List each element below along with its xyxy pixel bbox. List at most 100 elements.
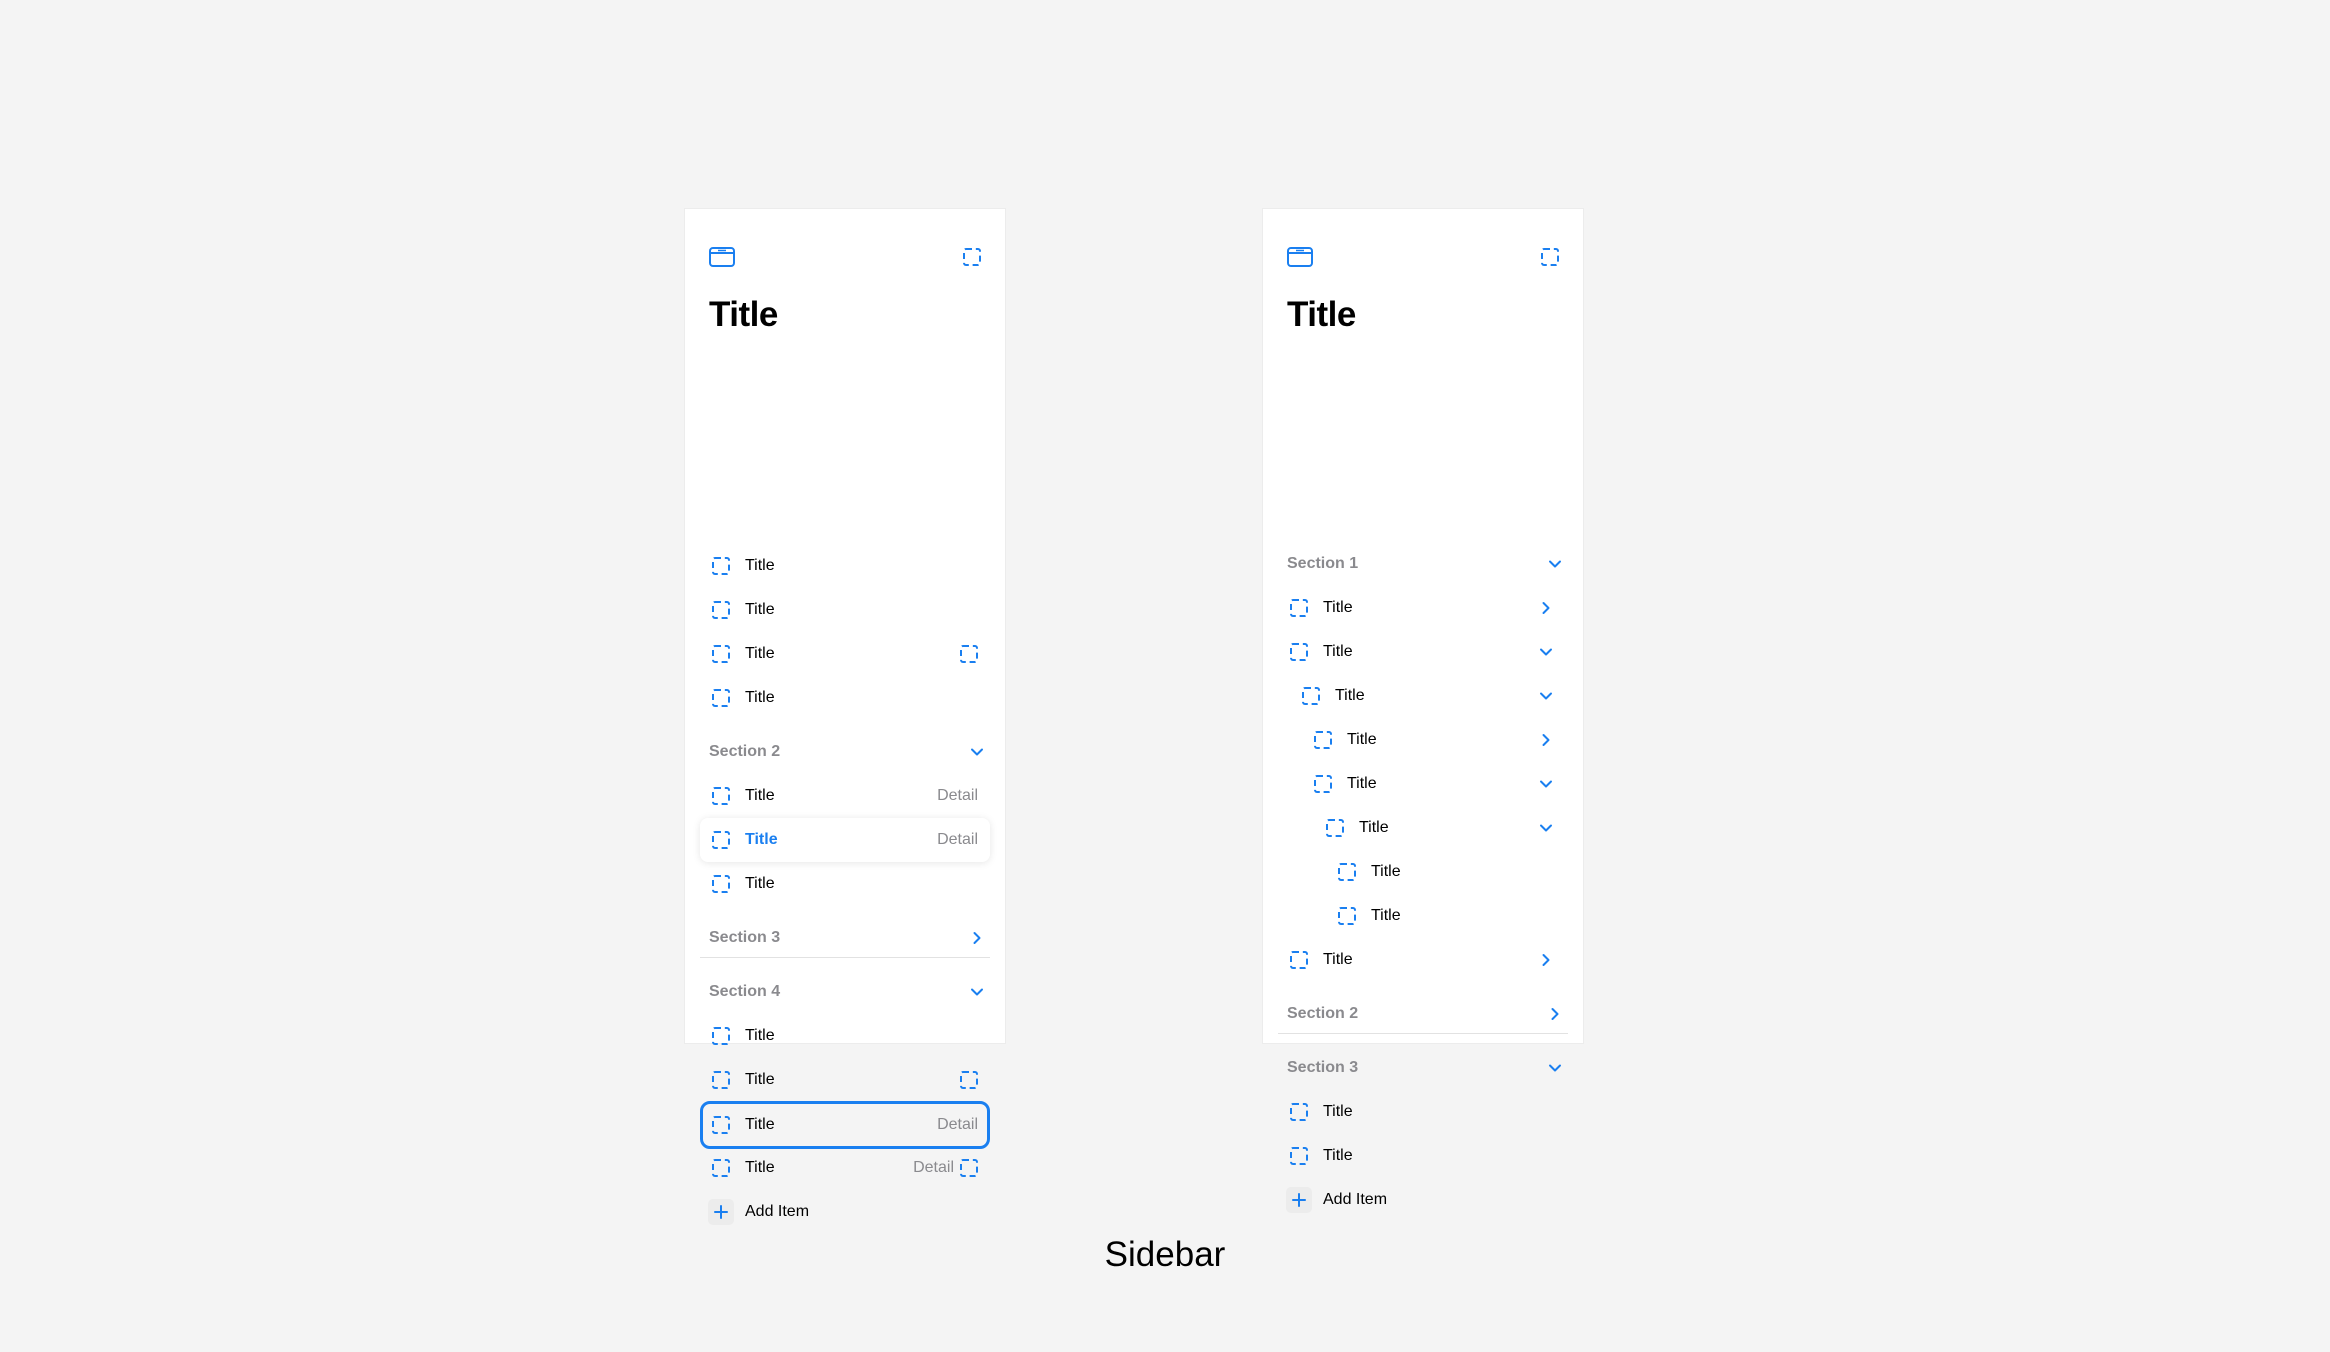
chevron-down-icon[interactable] bbox=[1545, 554, 1565, 574]
list-item[interactable]: Title bbox=[1278, 1134, 1568, 1178]
list-item-label: Title bbox=[745, 831, 778, 848]
section-header-4[interactable]: Section 4 bbox=[709, 977, 983, 1007]
list-item[interactable]: Title Detail bbox=[700, 774, 990, 818]
placeholder-icon bbox=[1338, 863, 1356, 881]
list-item[interactable]: Title bbox=[700, 1014, 990, 1058]
page-caption: Sidebar bbox=[1104, 1235, 1226, 1274]
list-item-label: Title bbox=[745, 875, 775, 892]
tree-item[interactable]: Title bbox=[1278, 938, 1568, 982]
chevron-right-icon[interactable] bbox=[1536, 950, 1556, 970]
chevron-down-icon[interactable] bbox=[1545, 1058, 1565, 1078]
tree-item[interactable]: Title bbox=[1278, 630, 1568, 674]
chevron-down-icon[interactable] bbox=[1536, 642, 1556, 662]
detail-text: Detail bbox=[913, 1159, 954, 1176]
section-header-1[interactable]: Section 1 bbox=[1287, 549, 1561, 579]
list-item-label: Title bbox=[745, 1071, 775, 1088]
placeholder-icon bbox=[712, 645, 730, 663]
divider bbox=[700, 957, 990, 958]
list-item-label: Title bbox=[745, 689, 775, 706]
tree-item[interactable]: Title bbox=[1326, 850, 1568, 894]
page-title: Title bbox=[1287, 295, 1356, 334]
sidebar-right-panel: Title Section 1 Title Title Title Title … bbox=[1263, 209, 1583, 1213]
list-item[interactable]: Title bbox=[1278, 1090, 1568, 1134]
sidebar-left-panel: Title Title Title Title Title Section 2 … bbox=[685, 209, 1005, 1225]
tree-item-label: Title bbox=[1323, 599, 1353, 616]
toolbar-placeholder-icon[interactable] bbox=[1541, 247, 1559, 271]
tree-item[interactable]: Title bbox=[1290, 674, 1568, 718]
placeholder-icon bbox=[712, 1159, 730, 1177]
list-item-label: Title bbox=[745, 645, 775, 662]
placeholder-icon bbox=[1290, 643, 1308, 661]
section-label: Section 4 bbox=[709, 983, 781, 1000]
placeholder-icon bbox=[1290, 951, 1308, 969]
sidebar-toggle-icon[interactable] bbox=[1287, 247, 1313, 267]
tree-item-label: Title bbox=[1323, 643, 1353, 660]
section-label: Section 3 bbox=[709, 929, 781, 946]
add-item-button[interactable]: Add Item bbox=[700, 1190, 990, 1234]
tree-item-label: Title bbox=[1359, 819, 1389, 836]
tree-item[interactable]: Title bbox=[1278, 586, 1568, 630]
list-item[interactable]: Title bbox=[700, 1058, 990, 1102]
list-item-label: Title bbox=[745, 601, 775, 618]
placeholder-icon bbox=[1290, 1147, 1308, 1165]
chevron-down-icon[interactable] bbox=[1536, 774, 1556, 794]
placeholder-icon bbox=[712, 1071, 730, 1089]
detail-text: Detail bbox=[937, 787, 978, 804]
placeholder-icon bbox=[712, 1027, 730, 1045]
section-header-2[interactable]: Section 2 bbox=[1287, 999, 1559, 1029]
add-item-label: Add Item bbox=[1323, 1191, 1388, 1208]
page-title: Title bbox=[709, 295, 778, 334]
plus-icon bbox=[1286, 1187, 1312, 1213]
placeholder-icon bbox=[1314, 775, 1332, 793]
section-header-3[interactable]: Section 3 bbox=[1287, 1053, 1561, 1083]
chevron-right-icon[interactable] bbox=[1545, 1004, 1565, 1024]
tree-item-label: Title bbox=[1371, 863, 1401, 880]
chevron-right-icon[interactable] bbox=[1536, 730, 1556, 750]
placeholder-icon[interactable] bbox=[960, 645, 978, 663]
tree-item[interactable]: Title bbox=[1314, 806, 1568, 850]
list-item-label: Title bbox=[1323, 1147, 1353, 1164]
section-header-2[interactable]: Section 2 bbox=[709, 737, 983, 767]
chevron-right-icon[interactable] bbox=[967, 928, 987, 948]
tree-item-label: Title bbox=[1323, 951, 1353, 968]
chevron-down-icon[interactable] bbox=[1536, 686, 1556, 706]
chevron-right-icon[interactable] bbox=[1536, 598, 1556, 618]
placeholder-icon bbox=[712, 689, 730, 707]
placeholder-icon bbox=[712, 875, 730, 893]
detail-text: Detail bbox=[937, 1116, 978, 1133]
sidebar-toolbar bbox=[709, 247, 981, 271]
list-item-label: Title bbox=[745, 1116, 775, 1133]
list-item-label: Title bbox=[745, 557, 775, 574]
list-item[interactable]: Title Detail bbox=[700, 1146, 990, 1190]
section-label: Section 3 bbox=[1287, 1059, 1359, 1076]
section-label: Section 2 bbox=[709, 743, 781, 760]
list-item[interactable]: Title bbox=[700, 862, 990, 906]
placeholder-icon bbox=[712, 831, 730, 849]
add-item-button[interactable]: Add Item bbox=[1278, 1178, 1568, 1222]
tree-item-label: Title bbox=[1335, 687, 1365, 704]
list-item[interactable]: Title bbox=[700, 544, 990, 588]
placeholder-icon bbox=[1290, 599, 1308, 617]
tree-item-label: Title bbox=[1347, 775, 1377, 792]
tree-item[interactable]: Title bbox=[1302, 718, 1568, 762]
chevron-down-icon[interactable] bbox=[967, 742, 987, 762]
list-item[interactable]: Title bbox=[700, 632, 990, 676]
section-header-3[interactable]: Section 3 bbox=[709, 923, 981, 953]
tree-item[interactable]: Title bbox=[1302, 762, 1568, 806]
placeholder-icon[interactable] bbox=[960, 1071, 978, 1089]
list-item[interactable]: Title bbox=[700, 588, 990, 632]
placeholder-icon bbox=[712, 557, 730, 575]
sidebar-toggle-icon[interactable] bbox=[709, 247, 735, 267]
divider bbox=[1278, 1033, 1568, 1034]
list-item[interactable]: Title bbox=[700, 676, 990, 720]
placeholder-icon[interactable] bbox=[960, 1159, 978, 1177]
list-item-selected[interactable]: Title Detail bbox=[700, 818, 990, 862]
tree-item[interactable]: Title bbox=[1326, 894, 1568, 938]
chevron-down-icon[interactable] bbox=[1536, 818, 1556, 838]
placeholder-icon bbox=[1302, 687, 1320, 705]
list-item-focused[interactable]: Title Detail bbox=[700, 1101, 990, 1149]
toolbar-placeholder-icon[interactable] bbox=[963, 247, 981, 271]
chevron-down-icon[interactable] bbox=[967, 982, 987, 1002]
list-item-label: Title bbox=[745, 1159, 775, 1176]
placeholder-icon bbox=[712, 1116, 730, 1134]
